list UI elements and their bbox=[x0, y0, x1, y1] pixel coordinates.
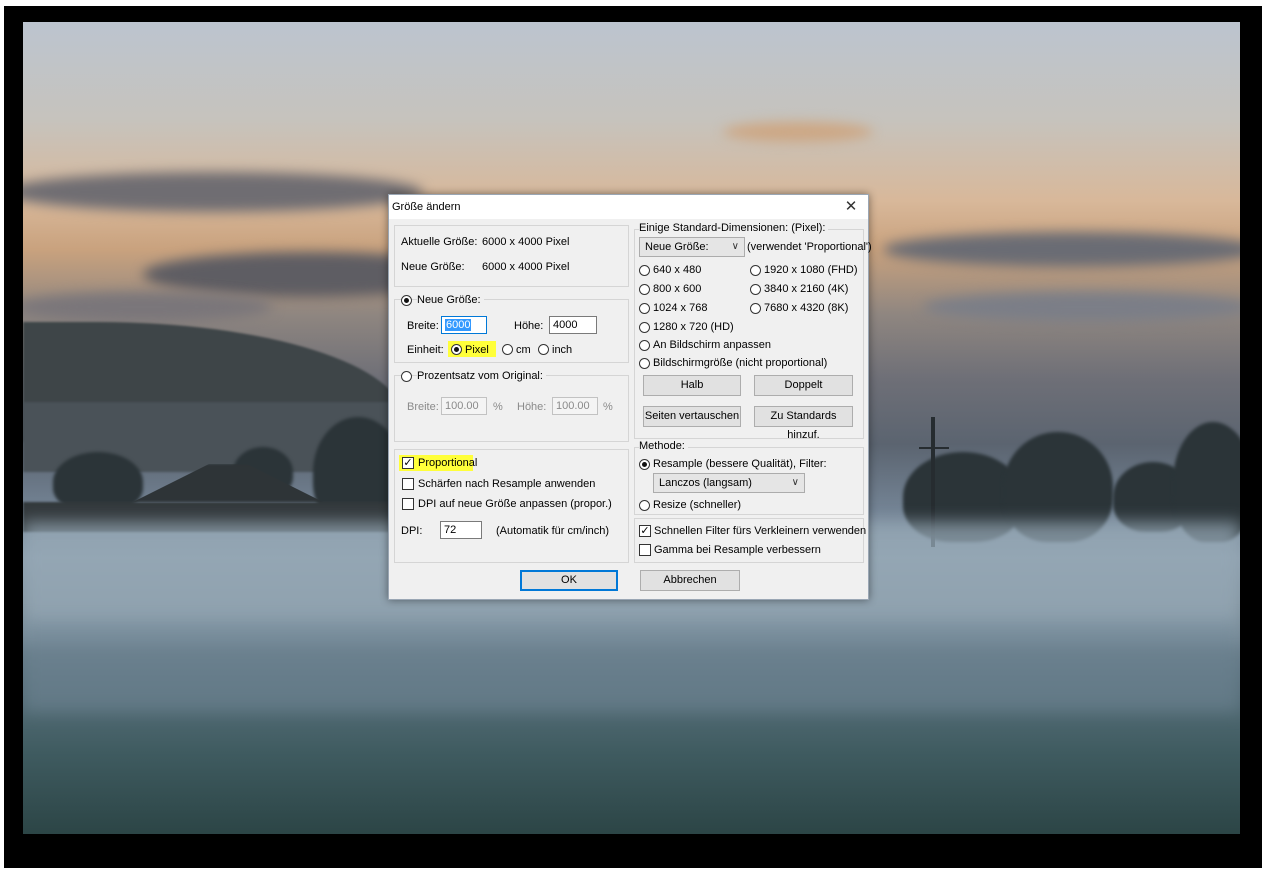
standard-size-combo[interactable]: Neue Größe: ∨ bbox=[639, 237, 745, 257]
standard-dimensions-title: Einige Standard-Dimensionen: (Pixel): bbox=[639, 222, 829, 234]
proportional-checkbox[interactable]: ✓ bbox=[402, 457, 414, 469]
swap-sides-button[interactable]: Seiten vertauschen bbox=[643, 406, 741, 427]
dpi-input[interactable]: 72 bbox=[440, 521, 482, 539]
gamma-label: Gamma bei Resample verbessern bbox=[654, 544, 821, 556]
std-3840-radio[interactable] bbox=[750, 284, 761, 295]
std-7680-label: 7680 x 4320 (8K) bbox=[764, 302, 849, 314]
resample-radio[interactable] bbox=[639, 459, 650, 470]
current-size-label: Aktuelle Größe: bbox=[401, 236, 478, 248]
height-input[interactable]: 4000 bbox=[549, 316, 597, 334]
unit-label: Einheit: bbox=[407, 344, 444, 356]
resize-label: Resize (schneller) bbox=[653, 499, 742, 511]
standard-size-combo-value: Neue Größe: bbox=[645, 241, 709, 253]
new-size-radio[interactable] bbox=[401, 295, 412, 306]
double-button[interactable]: Doppelt bbox=[754, 375, 853, 396]
proportional-note: (verwendet 'Proportional') bbox=[747, 241, 872, 253]
gamma-checkbox[interactable] bbox=[639, 544, 651, 556]
std-7680-radio[interactable] bbox=[750, 303, 761, 314]
resize-radio[interactable] bbox=[639, 500, 650, 511]
std-640-radio[interactable] bbox=[639, 265, 650, 276]
title-bar: Größe ändern ✕ bbox=[389, 195, 868, 219]
width-label: Breite: bbox=[407, 320, 439, 332]
dpi-label: DPI: bbox=[401, 525, 423, 537]
std-640-label: 640 x 480 bbox=[653, 264, 702, 276]
new-size-value: 6000 x 4000 Pixel bbox=[482, 261, 570, 273]
std-1280-label: 1280 x 720 (HD) bbox=[653, 321, 734, 333]
add-to-standards-button[interactable]: Zu Standards hinzuf. bbox=[754, 406, 853, 441]
method-title: Methode: bbox=[639, 440, 688, 452]
std-800-label: 800 x 600 bbox=[653, 283, 702, 295]
proportional-label: Proportional bbox=[418, 457, 478, 469]
dialog-title: Größe ändern bbox=[392, 201, 461, 213]
pct-width-label: Breite: bbox=[407, 401, 439, 413]
std-800-radio[interactable] bbox=[639, 284, 650, 295]
chevron-down-icon: ∨ bbox=[791, 477, 799, 488]
percent-radio[interactable] bbox=[401, 371, 412, 382]
dpi-adjust-label: DPI auf neue Größe anpassen (propor.) bbox=[418, 498, 612, 510]
fast-filter-checkbox[interactable]: ✓ bbox=[639, 525, 651, 537]
dpi-note: (Automatik für cm/inch) bbox=[496, 525, 610, 537]
unit-pixel-label: Pixel bbox=[465, 344, 489, 356]
chevron-down-icon: ∨ bbox=[731, 241, 739, 252]
fit-screen-radio[interactable] bbox=[639, 340, 650, 351]
ok-button[interactable]: OK bbox=[520, 570, 618, 591]
fit-screen-label: An Bildschirm anpassen bbox=[653, 339, 772, 351]
pct-height-unit: % bbox=[603, 401, 613, 413]
pct-width-input[interactable]: 100.00 bbox=[441, 397, 487, 415]
std-1024-label: 1024 x 768 bbox=[653, 302, 708, 314]
unit-inch-label: inch bbox=[552, 344, 573, 356]
unit-inch-radio[interactable] bbox=[538, 344, 549, 355]
sharpen-label: Schärfen nach Resample anwenden bbox=[418, 478, 596, 490]
percent-radio-label: Prozentsatz vom Original: bbox=[417, 370, 546, 382]
dpi-adjust-checkbox[interactable] bbox=[402, 498, 414, 510]
unit-pixel-radio[interactable] bbox=[451, 344, 462, 355]
screen-size-radio[interactable] bbox=[639, 358, 650, 369]
width-input[interactable]: 6000 bbox=[441, 316, 487, 334]
sharpen-checkbox[interactable] bbox=[402, 478, 414, 490]
new-size-radio-label: Neue Größe: bbox=[417, 294, 484, 306]
cancel-button[interactable]: Abbrechen bbox=[640, 570, 740, 591]
resize-dialog: Größe ändern ✕ Aktuelle Größe: 6000 x 40… bbox=[388, 194, 872, 600]
unit-cm-radio[interactable] bbox=[502, 344, 513, 355]
std-3840-label: 3840 x 2160 (4K) bbox=[764, 283, 849, 295]
unit-cm-label: cm bbox=[516, 344, 531, 356]
filter-combo-value: Lanczos (langsam) bbox=[659, 477, 752, 489]
std-1920-label: 1920 x 1080 (FHD) bbox=[764, 264, 858, 276]
std-1920-radio[interactable] bbox=[750, 265, 761, 276]
half-button[interactable]: Halb bbox=[643, 375, 741, 396]
pct-height-input[interactable]: 100.00 bbox=[552, 397, 598, 415]
filter-combo[interactable]: Lanczos (langsam) ∨ bbox=[653, 473, 805, 493]
std-1024-radio[interactable] bbox=[639, 303, 650, 314]
pct-width-unit: % bbox=[493, 401, 503, 413]
resample-label: Resample (bessere Qualität), Filter: bbox=[653, 458, 827, 470]
std-1280-radio[interactable] bbox=[639, 322, 650, 333]
current-size-value: 6000 x 4000 Pixel bbox=[482, 236, 570, 248]
height-label: Höhe: bbox=[514, 320, 544, 332]
fast-filter-label: Schnellen Filter fürs Verkleinern verwen… bbox=[654, 525, 867, 537]
pct-height-label: Höhe: bbox=[517, 401, 547, 413]
close-icon[interactable]: ✕ bbox=[838, 196, 864, 218]
screen-size-label: Bildschirmgröße (nicht proportional) bbox=[653, 357, 828, 369]
size-info-group bbox=[394, 225, 629, 287]
new-size-label: Neue Größe: bbox=[401, 261, 465, 273]
